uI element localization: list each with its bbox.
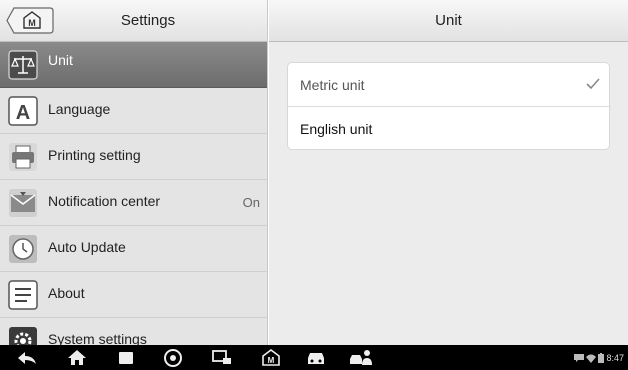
system-navbar: M 8:47 — [0, 345, 628, 370]
screen-capture-icon[interactable] — [211, 348, 233, 367]
sidebar-item-language[interactable]: A Language — [0, 88, 267, 134]
sidebar-item-label: Unit — [48, 52, 73, 68]
recents-icon[interactable] — [115, 348, 137, 367]
vci-home-icon[interactable]: M — [260, 348, 282, 367]
sidebar-item-about[interactable]: About — [0, 272, 267, 318]
sidebar-item-label: Notification center — [48, 193, 161, 209]
unit-panel-header: Unit — [269, 0, 628, 42]
message-icon — [574, 354, 585, 362]
english-unit-option[interactable]: English unit — [288, 107, 611, 151]
clock: 8:47 — [606, 353, 624, 363]
sidebar-item-label: System settings — [48, 331, 147, 345]
option-label: Metric unit — [300, 77, 365, 93]
sidebar-item-unit[interactable]: Unit — [0, 42, 267, 88]
battery-icon — [598, 353, 605, 363]
unit-panel: Unit Metric unit English unit — [269, 0, 628, 345]
svg-text:A: A — [16, 102, 30, 124]
document-icon — [8, 280, 38, 310]
app-window: M Settings Unit A Language Printing sett… — [0, 0, 628, 370]
sidebar-item-label: Printing setting — [48, 147, 141, 163]
clock-icon — [8, 234, 38, 264]
scale-icon — [8, 50, 38, 80]
language-icon: A — [8, 96, 38, 126]
sidebar-item-label: Auto Update — [48, 239, 126, 255]
printer-icon — [8, 142, 38, 172]
gear-icon — [8, 326, 38, 345]
home-icon[interactable] — [66, 348, 88, 367]
metric-unit-option[interactable]: Metric unit — [288, 63, 611, 107]
settings-sidebar: M Settings Unit A Language Printing sett… — [0, 0, 268, 345]
sidebar-item-auto-update[interactable]: Auto Update — [0, 226, 267, 272]
sidebar-item-notification-center[interactable]: Notification center On — [0, 180, 267, 226]
svg-text:M: M — [268, 356, 275, 365]
service-shop-icon[interactable] — [348, 348, 374, 367]
option-label: English unit — [300, 121, 373, 137]
notification-status: On — [242, 195, 260, 210]
unit-options-card: Metric unit English unit — [287, 62, 611, 151]
notification-icon — [8, 188, 38, 218]
sidebar-item-printing-setting[interactable]: Printing setting — [0, 134, 267, 180]
panel-title: Unit — [435, 12, 462, 29]
back-icon[interactable] — [16, 348, 38, 367]
sidebar-item-label: About — [48, 285, 85, 301]
wifi-icon — [586, 354, 597, 363]
sidebar-item-label: Language — [48, 101, 111, 117]
car-icon[interactable] — [305, 348, 327, 367]
sidebar-item-system-settings[interactable]: System settings — [0, 318, 267, 345]
checkmark-icon — [586, 78, 600, 90]
status-area: 8:47 — [574, 351, 624, 365]
browser-icon[interactable] — [162, 348, 184, 367]
page-title: Settings — [120, 12, 176, 29]
sidebar-header: M Settings — [0, 0, 267, 42]
settings-menu: Unit A Language Printing setting Notific… — [0, 42, 267, 345]
